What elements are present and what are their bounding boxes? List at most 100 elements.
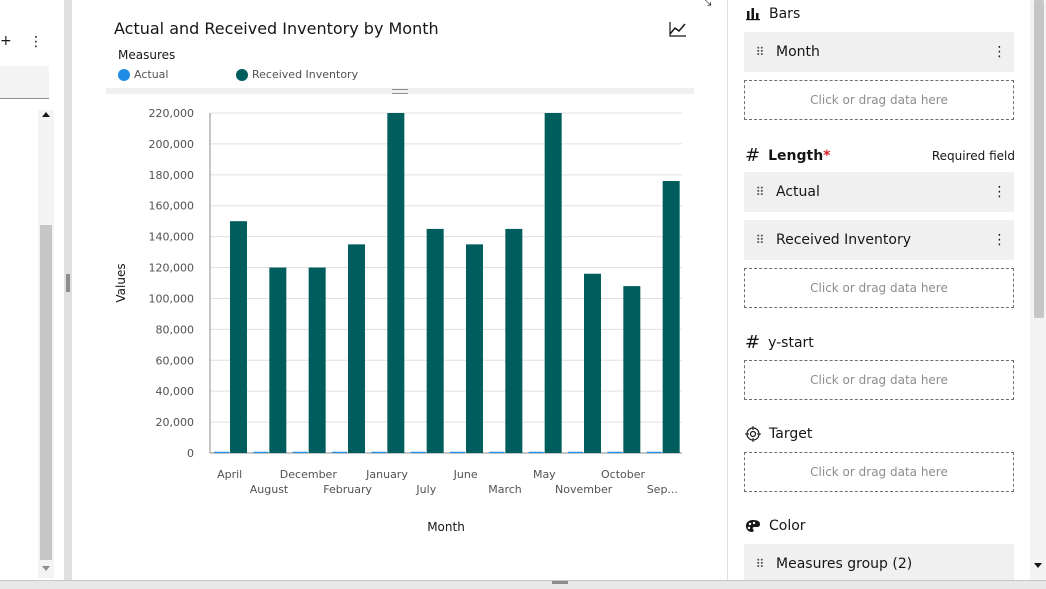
color-label: Color xyxy=(769,518,806,534)
legend-item-actual[interactable]: Actual xyxy=(118,68,168,81)
bar-received-inventory xyxy=(505,228,523,453)
chart-type-icon[interactable] xyxy=(668,20,688,38)
x-tick-label: November xyxy=(555,483,613,496)
legend-label: Actual xyxy=(134,68,169,81)
bar-received-inventory xyxy=(544,113,562,453)
x-tick-label: March xyxy=(488,483,522,496)
drag-handle-icon[interactable]: ⠿ xyxy=(744,45,776,59)
y-tick-label: 140,000 xyxy=(149,231,195,244)
bar-received-inventory xyxy=(387,113,405,453)
required-text: Required field xyxy=(931,148,1015,163)
legend-resize-grip[interactable] xyxy=(392,89,408,94)
field-tile-month[interactable]: ⠿ Month ⋮ xyxy=(744,32,1014,72)
legend-dot-icon xyxy=(236,68,248,81)
right-scroll-thumb[interactable] xyxy=(1034,0,1044,318)
field-label: Measures group (2) xyxy=(776,556,913,572)
bottom-resize-grip[interactable] xyxy=(552,581,568,584)
required-mark: * xyxy=(823,147,831,164)
y-tick-label: 0 xyxy=(187,447,194,460)
bar-actual xyxy=(646,451,662,453)
bars-drop-zone[interactable]: Click or drag data here xyxy=(744,80,1014,120)
length-label: Length xyxy=(768,147,824,164)
x-tick-label: August xyxy=(250,483,289,496)
field-label: Received Inventory xyxy=(776,232,912,248)
field-menu-icon[interactable]: ⋮ xyxy=(984,44,1014,60)
data-slots-panel: Bars ⠿ Month ⋮ Click or drag data here #… xyxy=(727,0,1031,584)
hash-icon: # xyxy=(745,145,761,166)
length-drop-zone[interactable]: Click or drag data here xyxy=(744,268,1014,308)
field-tile-measures-group[interactable]: ⠿ Measures group (2) xyxy=(744,544,1014,584)
y-tick-label: 220,000 xyxy=(149,107,195,120)
x-tick-label: February xyxy=(323,483,372,496)
legend-item-received[interactable]: Received Inventory xyxy=(236,68,358,81)
x-tick-label: July xyxy=(415,483,436,496)
bar-chart-icon xyxy=(746,8,760,21)
y-tick-label: 60,000 xyxy=(156,354,195,367)
field-menu-icon[interactable]: ⋮ xyxy=(984,184,1014,200)
hash-icon: # xyxy=(745,332,761,353)
left-divider[interactable] xyxy=(64,0,72,588)
bar-actual xyxy=(214,451,229,453)
scroll-up-icon[interactable] xyxy=(42,112,50,117)
bars-section-header: Bars xyxy=(745,6,800,22)
y-tick-label: 120,000 xyxy=(149,262,195,275)
bar-actual xyxy=(528,451,544,453)
y-tick-label: 180,000 xyxy=(149,169,195,182)
ystart-label: y-start xyxy=(768,334,814,351)
bar-received-inventory xyxy=(662,181,680,453)
field-label: Month xyxy=(776,44,820,60)
y-tick-label: 80,000 xyxy=(156,323,195,336)
bar-actual xyxy=(371,451,387,453)
resize-grip[interactable] xyxy=(66,274,70,292)
scroll-down-icon[interactable] xyxy=(42,566,50,571)
bars-label: Bars xyxy=(769,6,801,22)
x-tick-label: May xyxy=(533,468,556,481)
bar-actual xyxy=(410,451,426,453)
bar-actual xyxy=(450,451,465,453)
target-icon xyxy=(745,426,761,442)
x-tick-label: June xyxy=(453,468,478,481)
palette-icon xyxy=(746,520,760,532)
bar-received-inventory xyxy=(348,244,365,453)
left-scrollbar[interactable] xyxy=(38,110,54,578)
y-tick-label: 160,000 xyxy=(149,200,195,213)
bar-actual xyxy=(332,451,347,453)
bar-chart: 0 20,000 40,000 60,000 80,000 100,000 120,000 1… xyxy=(114,107,682,534)
y-tick-label: 200,000 xyxy=(149,138,195,151)
x-axis-title: Month xyxy=(427,520,465,534)
field-tile-actual[interactable]: ⠿ Actual ⋮ xyxy=(744,172,1014,212)
legend-title: Measures xyxy=(118,48,176,62)
target-label: Target xyxy=(769,426,813,442)
bar-received-inventory xyxy=(584,273,601,453)
left-input-field[interactable] xyxy=(0,66,49,99)
legend-label: Received Inventory xyxy=(252,68,359,81)
ystart-drop-zone[interactable]: Click or drag data here xyxy=(744,360,1014,400)
y-tick-label: 100,000 xyxy=(149,292,195,305)
target-drop-zone[interactable]: Click or drag data here xyxy=(744,452,1014,492)
bar-received-inventory xyxy=(230,221,247,453)
bar-received-inventory xyxy=(269,267,287,453)
field-tile-received-inventory[interactable]: ⠿ Received Inventory ⋮ xyxy=(744,220,1014,260)
bar-actual xyxy=(607,451,623,453)
left-kebab-icon[interactable]: ⋮ xyxy=(29,34,43,50)
add-button[interactable]: + xyxy=(0,33,12,49)
left-panel: + ⋮ xyxy=(0,0,64,588)
bar-received-inventory xyxy=(426,228,444,453)
drag-handle-icon[interactable]: ⠿ xyxy=(744,185,776,199)
collapse-icon[interactable]: ⤡ xyxy=(701,0,711,9)
target-section-header: Target xyxy=(745,426,812,442)
x-tick-label: April xyxy=(217,468,242,481)
y-axis-title: Values xyxy=(114,263,128,302)
length-section-header: # Length * Required field xyxy=(745,145,1015,166)
left-scroll-thumb[interactable] xyxy=(40,225,52,560)
x-tick-label: Sep... xyxy=(647,483,678,496)
drag-handle-icon[interactable]: ⠿ xyxy=(744,233,776,247)
bar-actual xyxy=(568,451,583,453)
drag-handle-icon[interactable]: ⠿ xyxy=(744,557,776,571)
x-tick-label: October xyxy=(601,468,645,481)
legend-dot-icon xyxy=(118,68,130,81)
scroll-down-icon[interactable] xyxy=(1034,563,1042,568)
field-label: Actual xyxy=(776,184,820,200)
bar-actual xyxy=(253,451,269,453)
field-menu-icon[interactable]: ⋮ xyxy=(984,232,1014,248)
